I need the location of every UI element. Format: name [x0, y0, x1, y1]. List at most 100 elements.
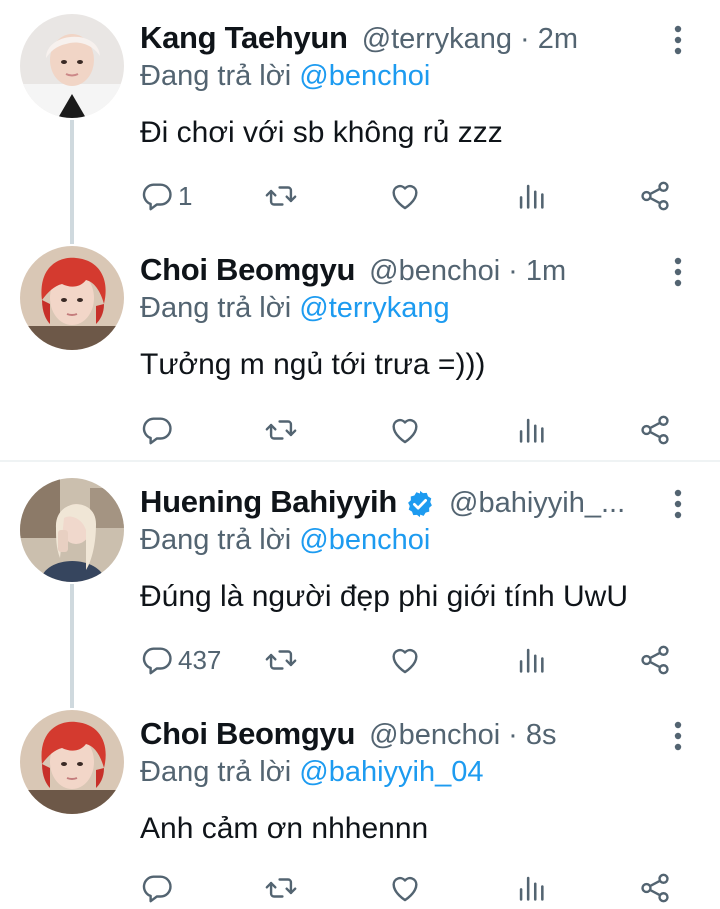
user-handle[interactable]: @bahiyyih_...: [449, 487, 625, 520]
reply-context: Đang trả lời @benchoi: [140, 60, 430, 93]
separator-dot: ·: [520, 23, 530, 55]
analytics-icon: [514, 413, 548, 447]
avatar[interactable]: [20, 710, 124, 814]
thread-line: [70, 584, 74, 708]
tweet[interactable]: Kang Taehyun @terrykang · 2m Đang trả lờ…: [0, 0, 720, 244]
more-icon[interactable]: [668, 488, 688, 520]
separator-dot: ·: [508, 255, 518, 287]
tweet-text: Tưởng m ngủ tới trưa =))): [140, 348, 486, 381]
tweet-actions: [140, 868, 690, 908]
reply-button[interactable]: 437: [140, 640, 221, 680]
reply-prefix: Đang trả lời: [140, 524, 292, 556]
display-name[interactable]: Kang Taehyun: [140, 20, 348, 56]
display-name[interactable]: Choi Beomgyu: [140, 716, 355, 752]
reply-count: 437: [178, 644, 222, 675]
reply-context: Đang trả lời @bahiyyih_04: [140, 756, 484, 789]
user-handle[interactable]: @benchoi: [369, 719, 500, 752]
timestamp[interactable]: 1m: [526, 255, 566, 288]
tweet-actions: 1: [140, 176, 690, 216]
like-button[interactable]: [388, 868, 422, 908]
retweet-icon: [264, 643, 298, 677]
avatar-image: [20, 14, 124, 118]
more-icon[interactable]: [668, 256, 688, 288]
reply-icon: [140, 179, 174, 213]
tweet[interactable]: Choi Beomgyu @benchoi · 8s Đang trả lời …: [0, 696, 720, 909]
like-button[interactable]: [388, 640, 422, 680]
reply-button[interactable]: 1: [140, 176, 192, 216]
separator-dot: ·: [508, 719, 518, 751]
like-icon: [388, 413, 422, 447]
reply-mention[interactable]: @benchoi: [299, 524, 430, 556]
avatar[interactable]: [20, 478, 124, 582]
share-button[interactable]: [638, 176, 672, 216]
analytics-icon: [514, 871, 548, 905]
share-icon: [638, 179, 672, 213]
reply-button[interactable]: [140, 410, 174, 450]
reply-icon: [140, 643, 174, 677]
like-icon: [388, 643, 422, 677]
timestamp[interactable]: 8s: [526, 719, 557, 752]
retweet-icon: [264, 413, 298, 447]
analytics-icon: [514, 643, 548, 677]
analytics-button[interactable]: [514, 640, 548, 680]
tweet-actions: 437: [140, 640, 690, 680]
reply-mention[interactable]: @benchoi: [299, 60, 430, 92]
avatar-image: [20, 478, 124, 582]
reply-icon: [140, 413, 174, 447]
tweet-text: Đúng là người đẹp phi giới tính UwU: [140, 580, 629, 613]
user-handle[interactable]: @benchoi: [369, 255, 500, 288]
tweet-header: Kang Taehyun @terrykang · 2m: [140, 20, 660, 60]
thread-line: [70, 120, 74, 244]
tweet-header: Choi Beomgyu @benchoi · 8s: [140, 716, 660, 756]
reply-context: Đang trả lời @benchoi: [140, 524, 430, 557]
avatar[interactable]: [20, 246, 124, 350]
like-button[interactable]: [388, 176, 422, 216]
timestamp[interactable]: 2m: [538, 23, 578, 56]
reply-prefix: Đang trả lời: [140, 756, 292, 788]
verified-badge-icon: [408, 490, 432, 518]
avatar[interactable]: [20, 14, 124, 118]
reply-icon: [140, 871, 174, 905]
reply-context: Đang trả lời @terrykang: [140, 292, 450, 325]
tweet-header: Huening Bahiyyih @bahiyyih_...: [140, 484, 660, 524]
tweet-text: Đi chơi với sb không rủ zzz: [140, 116, 503, 149]
reply-button[interactable]: [140, 868, 174, 908]
share-icon: [638, 643, 672, 677]
tweet-header: Choi Beomgyu @benchoi · 1m: [140, 252, 660, 292]
tweet-text: Anh cảm ơn nhhennn: [140, 812, 429, 845]
more-icon[interactable]: [668, 720, 688, 752]
like-icon: [388, 871, 422, 905]
share-icon: [638, 871, 672, 905]
more-icon[interactable]: [668, 24, 688, 56]
tweet[interactable]: Choi Beomgyu @benchoi · 1m Đang trả lời …: [0, 232, 720, 460]
user-handle[interactable]: @terrykang: [362, 23, 512, 56]
conversation-divider: [0, 460, 720, 462]
avatar-image: [20, 710, 124, 814]
retweet-icon: [264, 871, 298, 905]
avatar-image: [20, 246, 124, 350]
reply-prefix: Đang trả lời: [140, 60, 292, 92]
share-icon: [638, 413, 672, 447]
analytics-button[interactable]: [514, 410, 548, 450]
retweet-icon: [264, 179, 298, 213]
reply-prefix: Đang trả lời: [140, 292, 292, 324]
analytics-icon: [514, 179, 548, 213]
reply-count: 1: [178, 180, 193, 211]
like-icon: [388, 179, 422, 213]
retweet-button[interactable]: [264, 410, 298, 450]
retweet-button[interactable]: [264, 640, 298, 680]
retweet-button[interactable]: [264, 176, 298, 216]
display-name[interactable]: Choi Beomgyu: [140, 252, 355, 288]
analytics-button[interactable]: [514, 868, 548, 908]
retweet-button[interactable]: [264, 868, 298, 908]
reply-mention[interactable]: @bahiyyih_04: [299, 756, 483, 788]
analytics-button[interactable]: [514, 176, 548, 216]
display-name[interactable]: Huening Bahiyyih: [140, 484, 397, 520]
share-button[interactable]: [638, 640, 672, 680]
reply-mention[interactable]: @terrykang: [299, 292, 449, 324]
share-button[interactable]: [638, 410, 672, 450]
share-button[interactable]: [638, 868, 672, 908]
tweet[interactable]: Huening Bahiyyih @bahiyyih_... Đang trả …: [0, 464, 720, 708]
tweet-actions: [140, 410, 690, 450]
like-button[interactable]: [388, 410, 422, 450]
